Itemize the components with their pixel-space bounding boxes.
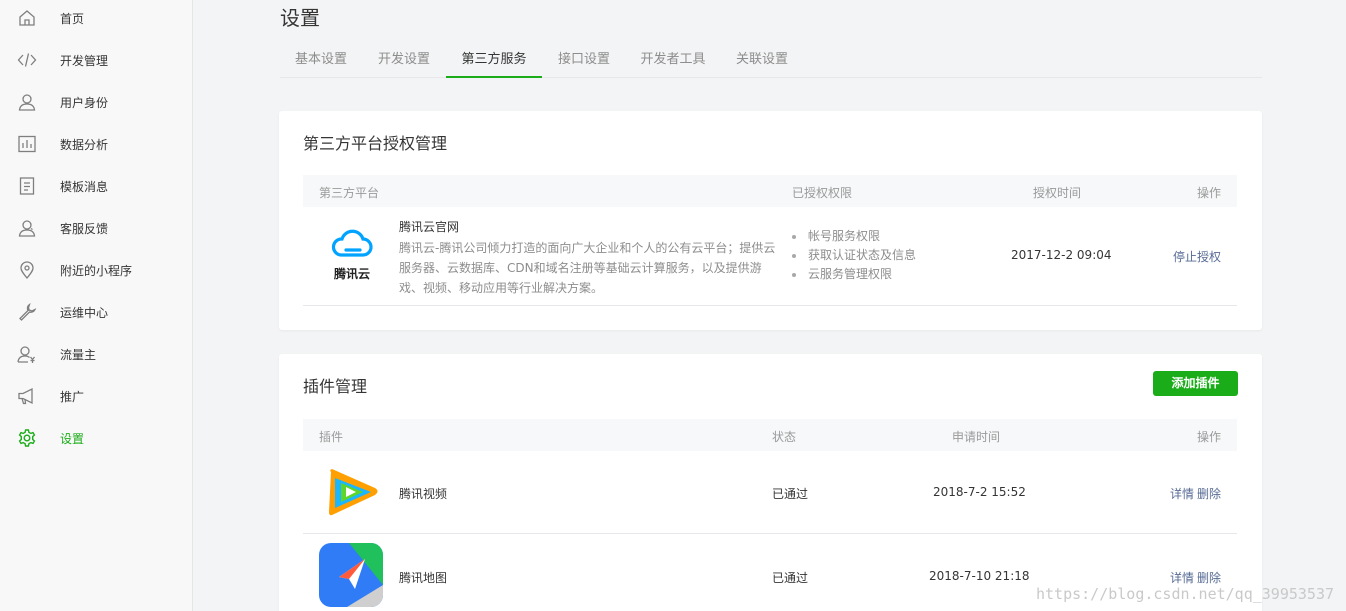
sidebar-item-promotion[interactable]: 推广 <box>0 375 192 417</box>
column-header: 操作 <box>1197 430 1222 444</box>
permission-list: 帐号服务权限 获取认证状态及信息 云服务管理权限 <box>792 227 916 284</box>
plugin-status: 已通过 <box>772 487 809 501</box>
tencent-map-logo <box>319 543 383 607</box>
table-row: 腾讯视频 已通过 2018-7-2 15:52 详情 删除 <box>303 451 1237 534</box>
sidebar-item-data-analysis[interactable]: 数据分析 <box>0 123 192 165</box>
column-header: 第三方平台 <box>319 186 380 200</box>
sidebar-item-label: 推广 <box>60 389 85 404</box>
play-icon <box>329 469 378 516</box>
column-header: 插件 <box>319 430 344 444</box>
cloud-icon <box>331 229 373 257</box>
sidebar-item-label: 模板消息 <box>60 179 109 194</box>
detail-link[interactable]: 详情 <box>1170 485 1194 502</box>
column-header: 操作 <box>1197 186 1222 200</box>
customer-service-icon <box>17 218 37 238</box>
column-header: 授权时间 <box>1033 186 1082 200</box>
column-header: 申请时间 <box>952 430 1001 444</box>
sidebar-item-customer-feedback[interactable]: 客服反馈 <box>0 207 192 249</box>
column-header: 状态 <box>772 430 797 444</box>
sidebar-item-label: 流量主 <box>60 347 97 362</box>
sidebar-item-label: 开发管理 <box>60 53 109 68</box>
sidebar-item-home[interactable]: 首页 <box>0 0 192 39</box>
tab-developer-tools[interactable]: 开发者工具 <box>626 42 720 78</box>
permission-item: 云服务管理权限 <box>792 265 916 284</box>
permission-item: 帐号服务权限 <box>792 227 916 246</box>
sidebar-item-template-message[interactable]: 模板消息 <box>0 165 192 207</box>
sidebar-item-label: 客服反馈 <box>60 221 109 236</box>
tab-basic-settings[interactable]: 基本设置 <box>280 42 362 78</box>
card-title: 第三方平台授权管理 <box>303 134 448 153</box>
gear-icon <box>17 428 37 448</box>
sidebar: 首页 开发管理 用户身份 数据分析 模板消息 客服反馈 附近的小程序 运维中心 … <box>0 0 193 611</box>
sidebar-item-label: 设置 <box>60 431 85 446</box>
sidebar-item-label: 运维中心 <box>60 305 109 320</box>
sidebar-item-user-identity[interactable]: 用户身份 <box>0 81 192 123</box>
add-plugin-button[interactable]: 添加插件 <box>1153 371 1238 396</box>
sidebar-item-settings[interactable]: 设置 <box>0 417 192 459</box>
table-header: 第三方平台 已授权权限 授权时间 操作 <box>303 175 1237 207</box>
apply-time: 2018-7-2 15:52 <box>933 485 1026 499</box>
document-icon <box>17 176 37 196</box>
tencent-cloud-logo: 腾讯云 <box>327 229 377 285</box>
sidebar-item-label: 附近的小程序 <box>60 263 133 278</box>
sidebar-item-dev-management[interactable]: 开发管理 <box>0 39 192 81</box>
page-title: 设置 <box>280 6 320 30</box>
auth-time: 2017-12-2 09:04 <box>1011 248 1112 262</box>
sidebar-item-traffic-owner[interactable]: 流量主 <box>0 333 192 375</box>
detail-link[interactable]: 详情 <box>1170 569 1194 586</box>
sidebar-item-label: 数据分析 <box>60 137 109 152</box>
platform-description: 腾讯云-腾讯公司倾力打造的面向广大企业和个人的公有云平台；提供云服务器、云数据库… <box>399 241 776 295</box>
plugin-name: 腾讯视频 <box>399 487 448 501</box>
user-icon <box>17 92 37 112</box>
home-icon <box>17 8 37 28</box>
location-icon <box>17 260 37 280</box>
tab-dev-settings[interactable]: 开发设置 <box>362 42 446 78</box>
map-icon <box>319 543 383 607</box>
delete-link[interactable]: 删除 <box>1197 485 1221 502</box>
chart-icon <box>17 134 37 154</box>
plugin-status: 已通过 <box>772 571 809 585</box>
plugin-name: 腾讯地图 <box>399 571 448 585</box>
tab-third-party-services[interactable]: 第三方服务 <box>446 42 542 78</box>
user-money-icon <box>17 344 37 364</box>
tab-linked-settings[interactable]: 关联设置 <box>720 42 804 78</box>
wrench-icon <box>17 302 37 322</box>
tencent-cloud-logo-text: 腾讯云 <box>333 267 370 281</box>
column-header: 已授权权限 <box>792 186 853 200</box>
settings-tabs: 基本设置 开发设置 第三方服务 接口设置 开发者工具 关联设置 <box>280 42 1262 78</box>
stop-auth-link[interactable]: 停止授权 <box>1173 248 1221 265</box>
platform-name: 腾讯云官网 <box>399 220 460 234</box>
table-row: 腾讯云 腾讯云官网 腾讯云-腾讯公司倾力打造的面向广大企业和个人的公有云平台；提… <box>303 207 1237 306</box>
permission-item: 获取认证状态及信息 <box>792 246 916 265</box>
plugin-management-card: 插件管理 添加插件 插件 状态 申请时间 操作 腾讯视频 已通过 2018-7-… <box>279 354 1262 611</box>
third-party-auth-card: 第三方平台授权管理 第三方平台 已授权权限 授权时间 操作 腾讯云 腾讯云官网 … <box>279 111 1262 330</box>
sidebar-item-ops-center[interactable]: 运维中心 <box>0 291 192 333</box>
tab-api-settings[interactable]: 接口设置 <box>542 42 626 78</box>
apply-time: 2018-7-10 21:18 <box>929 569 1030 583</box>
delete-link[interactable]: 删除 <box>1197 569 1221 586</box>
sidebar-item-nearby-miniprogram[interactable]: 附近的小程序 <box>0 249 192 291</box>
megaphone-icon <box>17 386 37 406</box>
table-header: 插件 状态 申请时间 操作 <box>303 419 1237 451</box>
card-title: 插件管理 <box>303 377 368 396</box>
tencent-video-logo <box>323 466 383 520</box>
sidebar-item-label: 用户身份 <box>60 95 109 110</box>
sidebar-item-label: 首页 <box>60 11 85 26</box>
code-icon <box>17 50 37 70</box>
watermark: https://blog.csdn.net/qq_39953537 <box>1035 585 1334 603</box>
